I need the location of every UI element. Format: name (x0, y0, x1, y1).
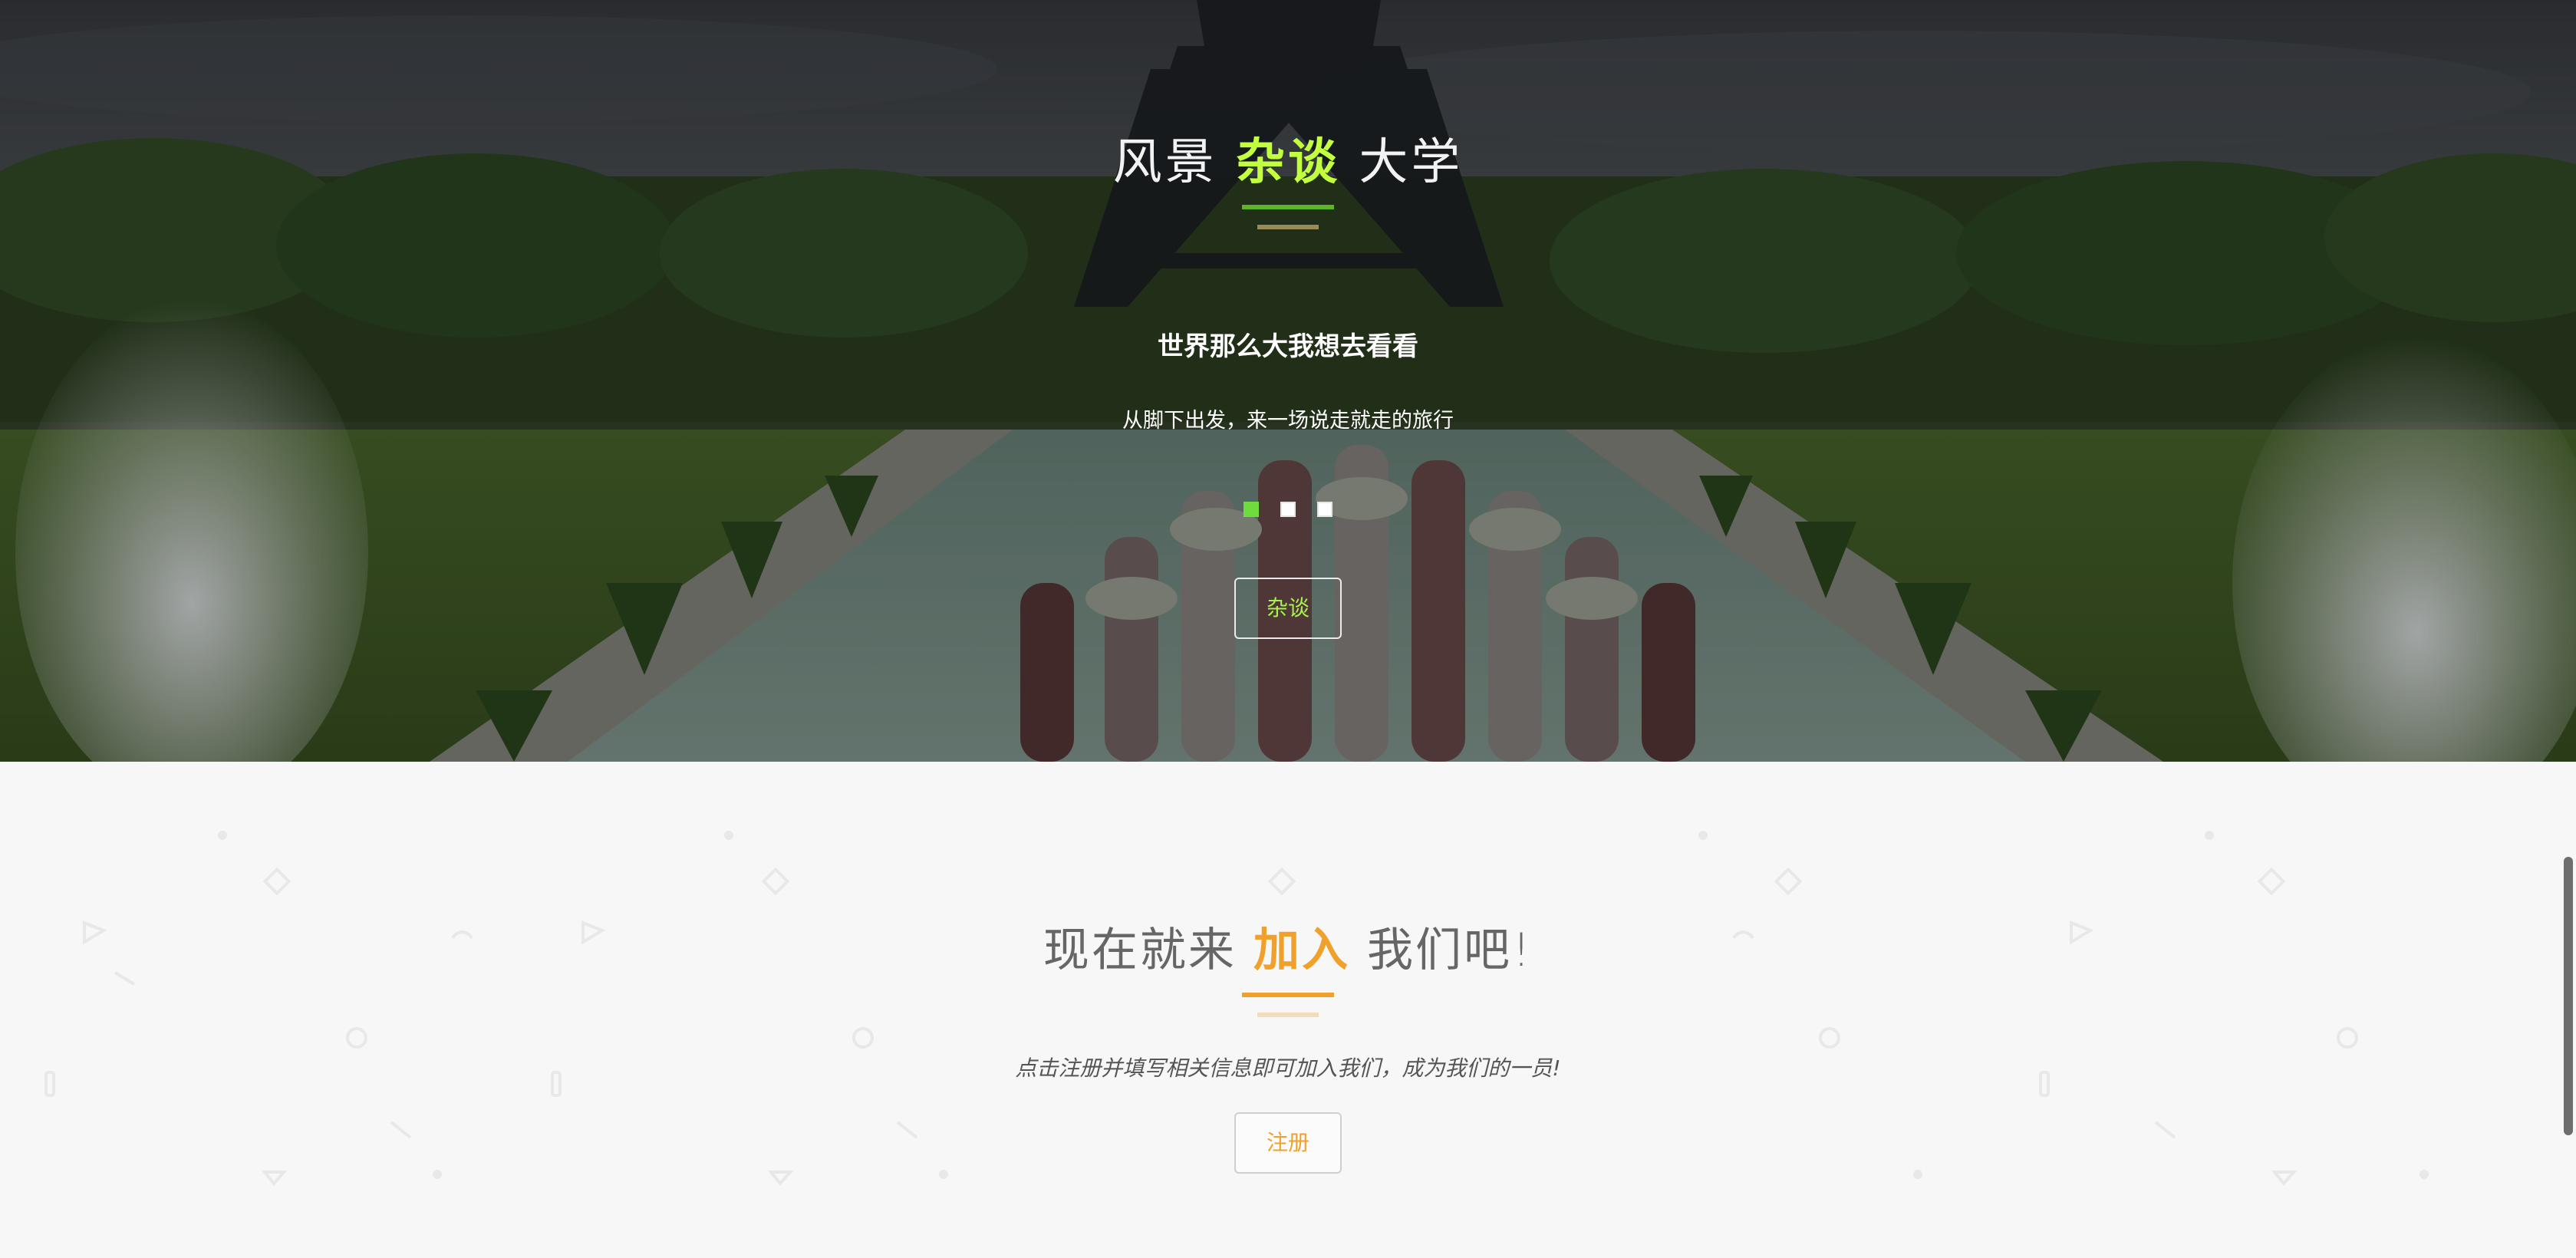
hero-subtitle: 从脚下出发，来一场说走就走的旅行 (1122, 409, 1454, 433)
hero-title: 风景 杂谈 大学 (0, 123, 2576, 193)
carousel-dot-3[interactable] (1317, 502, 1332, 517)
join-title-part1: 现在就来 (1043, 924, 1237, 977)
page-scrollbar-thumb[interactable] (2564, 857, 2573, 1135)
talk-button[interactable]: 杂谈 (1234, 578, 1342, 639)
hero-title-underline-secondary (1257, 225, 1319, 229)
hero-section: 风景 杂谈 大学 世界那么大我想去看看 从脚下出发，来一场说走就走的旅行 杂谈 (0, 0, 2576, 762)
hero-title-underline (1242, 205, 1334, 209)
carousel-dot-2[interactable] (1280, 502, 1296, 517)
hero-title-part2: 大学 (1359, 134, 1464, 191)
hero-heading: 世界那么大我想去看看 (1158, 331, 1418, 362)
hero-title-part1: 风景 (1112, 134, 1217, 191)
hero-title-accent: 杂谈 (1236, 134, 1340, 191)
hero-content: 风景 杂谈 大学 世界那么大我想去看看 从脚下出发，来一场说走就走的旅行 杂谈 (0, 0, 2576, 762)
background-pattern (44, 831, 2429, 1187)
carousel-indicators (1244, 502, 1332, 517)
register-button[interactable]: 注册 (1234, 1112, 1342, 1174)
join-title: 现在就来 加入 我们吧! (0, 913, 2576, 980)
join-section: 现在就来 加入 我们吧! 点击注册并填写相关信息即可加入我们，成为我们的一员! … (0, 762, 2576, 1258)
carousel-dot-1[interactable] (1244, 502, 1259, 517)
join-title-part2: 我们吧! (1367, 924, 1533, 977)
join-subtitle: 点击注册并填写相关信息即可加入我们，成为我们的一员! (1015, 1055, 1561, 1081)
join-title-underline (1242, 993, 1334, 997)
join-title-underline-secondary (1257, 1013, 1319, 1017)
join-title-accent: 加入 (1253, 924, 1350, 977)
